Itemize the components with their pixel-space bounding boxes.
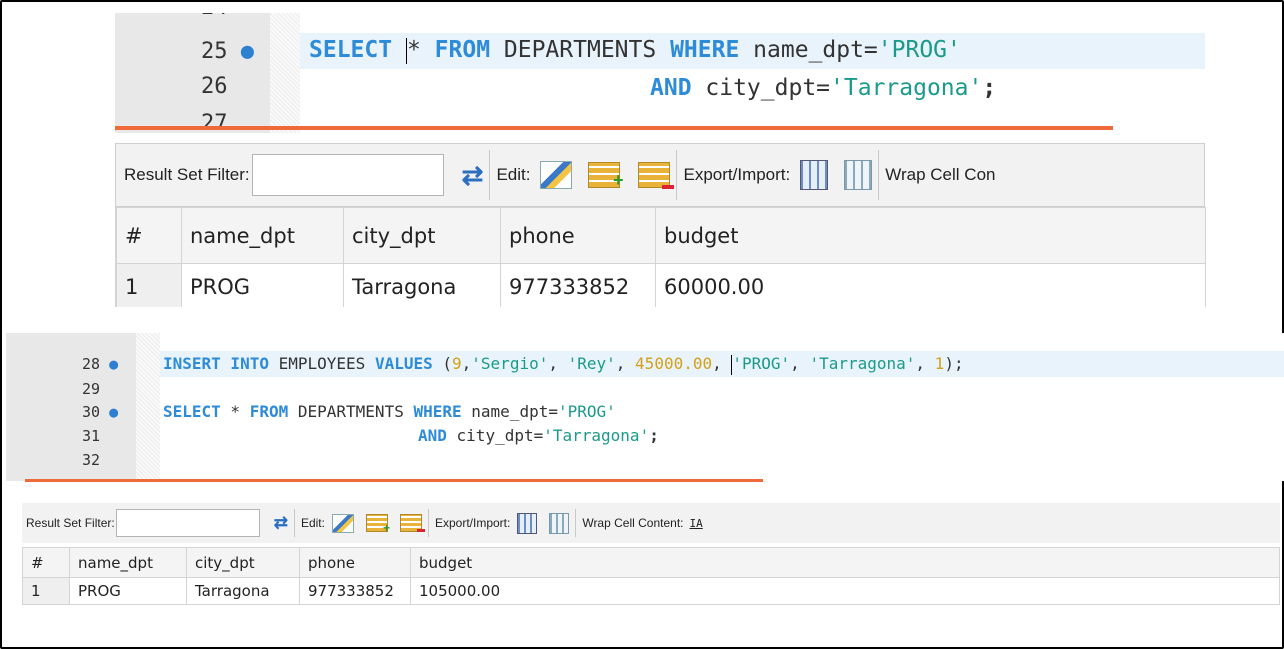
line-number: 28 ● [82, 355, 119, 373]
export-icon[interactable] [800, 160, 829, 190]
column-header-city-dpt[interactable]: city_dpt [186, 547, 300, 578]
import-icon[interactable] [844, 160, 873, 190]
sql-line-26[interactable]: AND city_dpt='Tarragona'; [650, 75, 996, 101]
line-number: 25 ● [201, 39, 254, 64]
cell-budget[interactable]: 60000.00 [655, 263, 1206, 307]
cell-budget[interactable]: 105000.00 [410, 577, 1280, 605]
editor-result-splitter[interactable] [25, 479, 763, 482]
column-header-budget[interactable]: budget [410, 547, 1280, 578]
line-number: 27 [82, 333, 100, 337]
column-header-budget[interactable]: budget [655, 207, 1206, 264]
line-number: 32 [82, 451, 101, 469]
bottom-result-toolbar: Result Set Filter: ⇄ Edit: + Export/Impo… [22, 503, 1280, 543]
statement-marker-icon: ● [109, 403, 119, 421]
top-result-grid[interactable]: # name_dpt city_dpt phone budget 1 PROG … [115, 207, 1206, 307]
cell-city-dpt[interactable]: Tarragona [343, 263, 501, 307]
import-icon[interactable] [549, 512, 570, 534]
sql-line-30[interactable]: SELECT * FROM DEPARTMENTS WHERE name_dpt… [163, 402, 616, 421]
line-number: 26 [201, 74, 228, 99]
table-row[interactable]: 1 PROG Tarragona 977333852 105000.00 [22, 577, 1280, 605]
editor-result-splitter[interactable] [115, 126, 1113, 130]
result-filter-label: Result Set Filter: [124, 165, 250, 184]
row-number-cell[interactable]: 1 [116, 263, 182, 307]
statement-marker-icon: ● [240, 39, 254, 64]
column-header-phone[interactable]: phone [299, 547, 411, 578]
bottom-result-grid[interactable]: # name_dpt city_dpt phone budget 1 PROG … [22, 547, 1280, 617]
result-filter-label: Result Set Filter: [26, 516, 115, 530]
line-number: 31 [82, 427, 101, 445]
edit-label: Edit: [496, 165, 531, 184]
add-row-icon[interactable]: + [588, 162, 623, 190]
column-header-name-dpt[interactable]: name_dpt [69, 547, 187, 578]
delete-row-icon[interactable] [638, 162, 675, 189]
top-sql-editor[interactable]: 24 25 ● 26 27 SELECT * FROM DEPARTMENTS … [115, 13, 1205, 133]
wrap-cell-content-label: Wrap Cell Content: [582, 516, 684, 530]
top-result-toolbar: Result Set Filter: ⇄ Edit: + Export/Impo… [115, 143, 1205, 207]
column-header-number[interactable]: # [22, 547, 70, 578]
cell-name-dpt[interactable]: PROG [69, 577, 187, 605]
refresh-icon[interactable]: ⇄ [274, 513, 288, 533]
line-number: 29 [82, 380, 101, 398]
edit-label: Edit: [300, 516, 325, 530]
bottom-sql-editor[interactable]: 27 28 ● 29 30 ● 31 32 INSERT INTO EMPLOY… [6, 333, 1284, 481]
wrap-text-icon[interactable]: IA [689, 517, 702, 530]
table-row[interactable]: 1 PROG Tarragona 977333852 60000.00 [116, 263, 1206, 307]
cell-phone[interactable]: 977333852 [299, 577, 411, 605]
export-import-label: Export/Import: [683, 165, 791, 184]
statement-marker-icon: ● [109, 355, 119, 373]
cell-phone[interactable]: 977333852 [500, 263, 656, 307]
sql-line-31[interactable]: AND city_dpt='Tarragona'; [418, 426, 659, 445]
cell-city-dpt[interactable]: Tarragona [186, 577, 300, 605]
column-header-number[interactable]: # [116, 207, 182, 264]
refresh-icon[interactable]: ⇄ [462, 160, 484, 191]
delete-row-icon[interactable] [399, 514, 425, 532]
add-row-icon[interactable]: + [365, 514, 390, 535]
sql-line-25[interactable]: SELECT * FROM DEPARTMENTS WHERE name_dpt… [309, 37, 961, 64]
wrap-cell-content-label: Wrap Cell Con [885, 165, 996, 184]
column-header-city-dpt[interactable]: city_dpt [343, 207, 501, 264]
result-filter-input[interactable] [115, 509, 260, 537]
row-number-cell[interactable]: 1 [22, 577, 70, 605]
result-filter-input[interactable] [251, 154, 444, 196]
edit-pencil-icon[interactable] [540, 161, 573, 189]
export-icon[interactable] [517, 512, 538, 534]
export-import-label: Export/Import: [434, 516, 511, 530]
cell-name-dpt[interactable]: PROG [181, 263, 344, 307]
sql-line-28[interactable]: INSERT INTO EMPLOYEES VALUES (9,'Sergio'… [163, 354, 964, 375]
line-number: 24 [201, 13, 228, 20]
column-header-phone[interactable]: phone [500, 207, 656, 264]
edit-pencil-icon[interactable] [331, 513, 354, 533]
column-header-name-dpt[interactable]: name_dpt [181, 207, 344, 264]
line-number: 30 ● [82, 403, 119, 421]
